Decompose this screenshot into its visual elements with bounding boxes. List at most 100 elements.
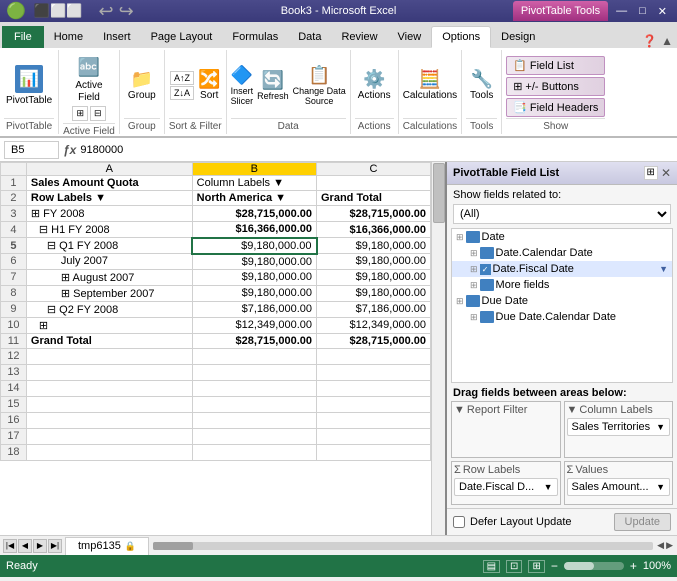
cell-a15[interactable] <box>26 396 192 412</box>
cell-a4[interactable]: ⊟ H1 FY 2008 <box>26 222 192 238</box>
tools-btn[interactable]: 🔧 Tools <box>470 52 493 118</box>
cell-c16[interactable] <box>317 412 431 428</box>
cell-c8[interactable]: $9,180,000.00 <box>317 285 431 301</box>
pivot-table-btn[interactable]: 📊 PivotTable <box>4 52 54 118</box>
cell-a13[interactable] <box>26 364 192 380</box>
tab-review[interactable]: Review <box>331 26 387 48</box>
vertical-scrollbar[interactable] <box>433 163 445 223</box>
page-break-btn[interactable]: ⊞ <box>528 560 544 573</box>
tab-page-layout[interactable]: Page Layout <box>141 26 223 48</box>
tree-item-date[interactable]: ⊞ Date <box>452 229 672 245</box>
sheet-nav-prev[interactable]: ◀ <box>18 539 32 553</box>
col-header-c[interactable]: C <box>317 163 431 176</box>
cell-a16[interactable] <box>26 412 192 428</box>
tab-file[interactable]: File <box>2 26 44 48</box>
col-header-b[interactable]: B <box>192 163 316 176</box>
cell-b1[interactable]: Column Labels ▼ <box>192 176 316 191</box>
group-btn[interactable]: 📁 Group <box>128 52 156 118</box>
scroll-left-btn[interactable]: ◀ <box>657 540 664 551</box>
values-item[interactable]: Sales Amount... ▼ <box>567 478 671 496</box>
active-field-btn[interactable]: 🔤 ActiveField <box>73 52 104 106</box>
field-list-btn[interactable]: 📋 Field List <box>506 56 605 75</box>
column-labels-item[interactable]: Sales Territories ▼ <box>567 418 671 436</box>
cell-a10[interactable]: ⊞ <box>26 317 192 333</box>
defer-layout-checkbox[interactable] <box>453 516 465 528</box>
cell-b8[interactable]: $9,180,000.00 <box>192 285 316 301</box>
cell-b12[interactable] <box>192 348 316 364</box>
cell-c15[interactable] <box>317 396 431 412</box>
tab-options[interactable]: Options <box>431 26 491 48</box>
calculations-btn[interactable]: 🧮 Calculations <box>403 52 457 118</box>
cell-c10[interactable]: $12,349,000.00 <box>317 317 431 333</box>
cell-c17[interactable] <box>317 428 431 444</box>
show-fields-select[interactable]: (All) <box>453 204 671 224</box>
cell-a18[interactable] <box>26 444 192 460</box>
cell-b4[interactable]: $16,366,000.00 <box>192 222 316 238</box>
cell-b3[interactable]: $28,715,000.00 <box>192 206 316 222</box>
collapse-field-btn[interactable]: ⊟ <box>90 106 106 121</box>
tree-item-date-fiscal[interactable]: ⊞ ✓ Date.Fiscal Date ▼ <box>452 261 672 277</box>
insert-slicer-btn[interactable]: 🔷 InsertSlicer <box>231 65 254 106</box>
cell-a3[interactable]: ⊞ FY 2008 <box>26 206 192 222</box>
zoom-out-btn[interactable]: − <box>551 559 558 573</box>
formula-input[interactable] <box>80 144 673 156</box>
expand-field-btn[interactable]: ⊞ <box>72 106 88 121</box>
cell-b18[interactable] <box>192 444 316 460</box>
close-btn[interactable]: ✕ <box>654 5 671 18</box>
sheet-nav-first[interactable]: |◀ <box>3 539 17 553</box>
tab-insert[interactable]: Insert <box>93 26 141 48</box>
cell-a7[interactable]: ⊞ August 2007 <box>26 269 192 285</box>
minimize-ribbon-icon[interactable]: ▲ <box>661 34 673 48</box>
cell-reference[interactable]: B5 <box>4 141 59 159</box>
cell-c2[interactable]: Grand Total <box>317 191 431 206</box>
cell-c4[interactable]: $16,366,000.00 <box>317 222 431 238</box>
cell-b14[interactable] <box>192 380 316 396</box>
cell-a12[interactable] <box>26 348 192 364</box>
cell-a14[interactable] <box>26 380 192 396</box>
cell-b7[interactable]: $9,180,000.00 <box>192 269 316 285</box>
cell-b6[interactable]: $9,180,000.00 <box>192 254 316 270</box>
normal-view-btn[interactable]: ▤ <box>483 560 500 573</box>
cell-c13[interactable] <box>317 364 431 380</box>
cell-b15[interactable] <box>192 396 316 412</box>
cell-a9[interactable]: ⊟ Q2 FY 2008 <box>26 301 192 317</box>
cell-a1[interactable]: Sales Amount Quota <box>26 176 192 191</box>
cell-c9[interactable]: $7,186,000.00 <box>317 301 431 317</box>
cell-c14[interactable] <box>317 380 431 396</box>
tree-item-due-date-calendar[interactable]: ⊞ Due Date.Calendar Date <box>452 309 672 325</box>
update-button[interactable]: Update <box>614 513 671 531</box>
tree-item-more-fields[interactable]: ⊞ More fields <box>452 277 672 293</box>
cell-a2[interactable]: Row Labels ▼ <box>26 191 192 206</box>
scroll-right-btn[interactable]: ▶ <box>666 540 673 551</box>
sheet-nav-last[interactable]: ▶| <box>48 539 62 553</box>
cell-a11[interactable]: Grand Total <box>26 333 192 348</box>
sort-az-btn[interactable]: A↑Z <box>170 71 194 85</box>
page-layout-btn[interactable]: ⊡ <box>506 560 522 573</box>
sort-za-btn[interactable]: Z↓A <box>170 86 194 100</box>
cell-b2[interactable]: North America ▼ <box>192 191 316 206</box>
cell-c1[interactable] <box>317 176 431 191</box>
refresh-btn[interactable]: 🔄 Refresh <box>257 70 289 101</box>
cell-c12[interactable] <box>317 348 431 364</box>
tab-design[interactable]: Design <box>491 26 545 48</box>
maximize-btn[interactable]: □ <box>635 5 650 17</box>
cell-c18[interactable] <box>317 444 431 460</box>
tree-item-due-date[interactable]: ⊞ Due Date <box>452 293 672 309</box>
cell-b13[interactable] <box>192 364 316 380</box>
cell-b10[interactable]: $12,349,000.00 <box>192 317 316 333</box>
tab-home[interactable]: Home <box>44 26 93 48</box>
cell-c3[interactable]: $28,715,000.00 <box>317 206 431 222</box>
actions-btn[interactable]: ⚙️ Actions <box>358 52 391 118</box>
sheet-nav-next[interactable]: ▶ <box>33 539 47 553</box>
tab-formulas[interactable]: Formulas <box>222 26 288 48</box>
help-icon[interactable]: ❓ <box>642 34 657 48</box>
panel-layout-btn[interactable]: ⊞ <box>644 166 658 180</box>
horizontal-scrollbar[interactable] <box>153 542 193 550</box>
cell-a6[interactable]: July 2007 <box>26 254 192 270</box>
cell-c6[interactable]: $9,180,000.00 <box>317 254 431 270</box>
change-data-source-btn[interactable]: 📋 Change DataSource <box>293 65 346 106</box>
cell-b5[interactable]: $9,180,000.00 <box>192 238 316 254</box>
sheet-tab-active[interactable]: tmp6135 🔒 <box>65 537 149 555</box>
plus-minus-buttons-btn[interactable]: ⊞ +/- Buttons <box>506 77 605 96</box>
cell-a17[interactable] <box>26 428 192 444</box>
